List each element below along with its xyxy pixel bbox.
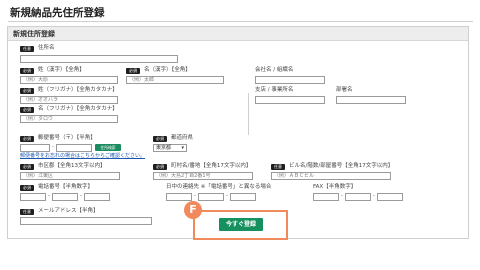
department-label: 部署名	[336, 87, 353, 93]
day-phone-input-2[interactable]	[198, 193, 224, 201]
optional-badge: 任意	[20, 209, 34, 215]
postal-label: 郵便番号（〒）【半角】	[38, 135, 96, 141]
step-marker-badge: F	[184, 201, 202, 219]
day-phone-input-1[interactable]	[166, 193, 192, 201]
last-name-label: 姓（漢字）【全角】	[38, 67, 85, 73]
city-input[interactable]: （例）江東区	[20, 172, 120, 180]
address-name-input[interactable]	[20, 55, 178, 63]
day-phone-label: 日中の連絡先 ※「電話番号」と異なる場合	[166, 184, 272, 190]
postal-input-second[interactable]	[56, 144, 92, 152]
title-divider	[8, 21, 473, 22]
panel-title: 新規住所登録	[8, 27, 468, 41]
fax-dash: -	[373, 193, 375, 199]
address-search-button[interactable]: 住所検索	[95, 144, 121, 151]
last-name-input[interactable]: （例）大原	[20, 76, 118, 84]
department-input[interactable]	[336, 96, 406, 104]
phone-input-2[interactable]	[52, 193, 78, 201]
fax-label: FAX【半角数字】	[313, 184, 357, 190]
building-label: ビル名/階数/部屋番号【全角17文字以内】	[289, 163, 394, 169]
fax-input-2[interactable]	[345, 193, 371, 201]
last-kana-input[interactable]: （例）オオハラ	[20, 96, 118, 104]
required-badge: 必須	[153, 164, 167, 170]
branch-label: 支店 / 事業所名	[255, 87, 294, 93]
optional-badge: 任意	[271, 164, 285, 170]
address-form-panel: 新規住所登録 任意 住所名 必須 姓（漢字）【全角】 （例）大原 必須 名（漢字…	[7, 26, 469, 239]
required-badge: 必須	[126, 68, 140, 74]
building-input[interactable]: （例）ＡＢＣビル	[271, 172, 391, 180]
company-label: 会社名 / 組織名	[255, 67, 294, 73]
email-label: メールアドレス【半角】	[38, 208, 99, 214]
prefecture-label: 都道府県	[171, 135, 194, 141]
branch-input[interactable]	[255, 96, 325, 104]
day-phone-input-3[interactable]	[230, 193, 256, 201]
phone-dash: -	[80, 193, 82, 199]
first-kana-label: 名（フリガナ）【全角カタカナ】	[38, 106, 118, 112]
email-input[interactable]	[20, 217, 152, 225]
day-phone-dash: -	[194, 193, 196, 199]
required-badge: 必須	[20, 164, 34, 170]
required-badge: 必須	[20, 68, 34, 74]
fax-input-1[interactable]	[313, 193, 339, 201]
chevron-down-icon: ▾	[181, 145, 184, 151]
fax-dash: -	[341, 193, 343, 199]
prefecture-selected: 東京都	[156, 145, 172, 151]
city-label: 市区郡【全角13文字以内】	[38, 163, 106, 169]
phone-dash: -	[48, 193, 50, 199]
column-divider	[248, 93, 249, 135]
phone-input-1[interactable]	[20, 193, 46, 201]
postal-help-link[interactable]: 郵便番号をお忘れの場合はこちらからご確認ください。	[20, 153, 145, 160]
fax-input-3[interactable]	[377, 193, 403, 201]
postal-dash: -	[52, 144, 54, 150]
optional-badge: 任意	[20, 46, 34, 52]
first-name-input[interactable]: （例）太郎	[126, 76, 224, 84]
day-phone-dash: -	[226, 193, 228, 199]
street-input[interactable]: （例）大島2丁目2番1号	[153, 172, 253, 180]
required-badge: 必須	[20, 88, 34, 94]
phone-input-3[interactable]	[84, 193, 110, 201]
required-badge: 必須	[20, 185, 34, 191]
required-badge: 必須	[20, 136, 34, 142]
register-now-button[interactable]: 今すぐ登録	[219, 218, 263, 231]
phone-label: 電話番号【半角数字】	[38, 184, 94, 190]
first-kana-input[interactable]: （例）タロウ	[20, 115, 118, 123]
required-badge: 必須	[20, 107, 34, 113]
last-kana-label: 姓（フリガナ）【全角カタカナ】	[38, 87, 118, 93]
prefecture-select[interactable]: 東京都 ▾	[153, 144, 187, 152]
page-title: 新規納品先住所登録	[10, 7, 105, 19]
street-label: 町村名/番地【全角17文字以内】	[171, 163, 252, 169]
postal-input-first[interactable]	[20, 144, 50, 152]
required-badge: 必須	[153, 136, 167, 142]
first-name-label: 名（漢字）【全角】	[144, 67, 191, 73]
address-name-label: 住所名	[38, 45, 55, 51]
company-input[interactable]	[255, 76, 325, 84]
